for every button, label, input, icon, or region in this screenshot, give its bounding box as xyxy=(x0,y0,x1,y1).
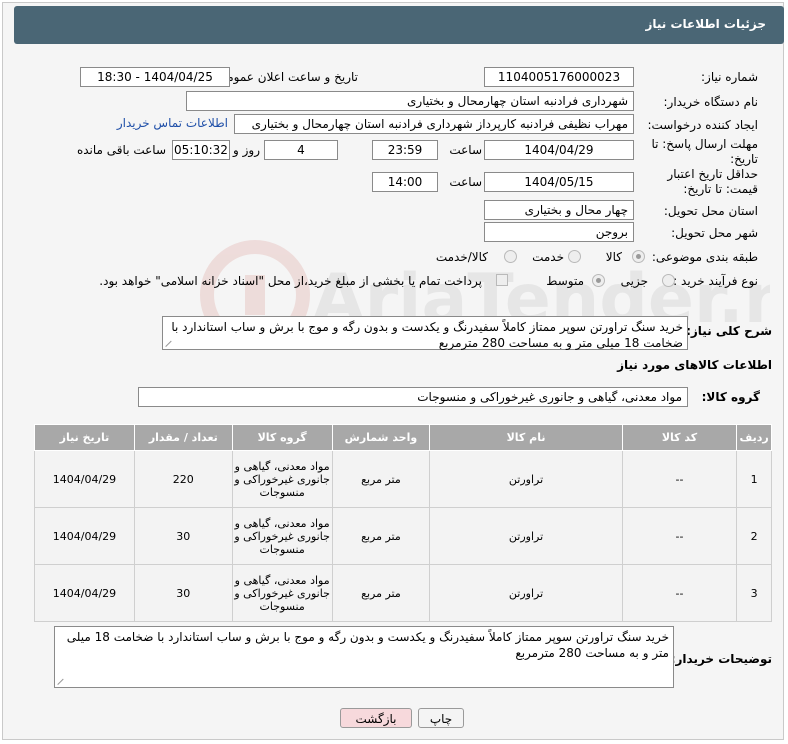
cell-row: 1 xyxy=(736,450,772,508)
remaining-time-field: 05:10:32 xyxy=(172,140,230,160)
description-text: خرید سنگ تراورتن سوپر ممتاز کاملاً سفیدر… xyxy=(171,320,683,350)
process-radio-medium[interactable] xyxy=(592,274,605,287)
cell-unit: متر مربع xyxy=(331,450,431,508)
goods-section-title: اطلاعات کالاهای مورد نیاز xyxy=(617,358,772,372)
back-button[interactable]: بازگشت xyxy=(340,708,412,728)
cell-qty: 220 xyxy=(133,450,233,508)
buyer-org-field: شهرداری فرادنبه استان چهارمحال و بختیاری xyxy=(186,91,634,111)
col-name: نام کالا xyxy=(429,424,623,451)
table-header-row: ردیف کد کالا نام کالا واحد شمارش گروه کا… xyxy=(34,424,772,451)
payment-note: پرداخت تمام یا بخشی از مبلغ خرید،از محل … xyxy=(99,274,482,288)
process-label: نوع فرآیند خرید : xyxy=(673,274,758,288)
city-label: شهر محل تحویل: xyxy=(671,226,758,240)
creator-field: مهراب نظیفی فرادنبه کارپرداز شهرداری فرا… xyxy=(234,114,634,134)
price-time-label: ساعت xyxy=(449,175,482,189)
cell-row: 3 xyxy=(736,564,772,622)
cell-date: 1404/04/29 xyxy=(34,564,135,622)
goods-group-label: گروه کالا: xyxy=(701,390,760,404)
price-time-field: 14:00 xyxy=(372,172,438,192)
cell-code: -- xyxy=(621,450,738,508)
category-option-goods-service: کالا/خدمت xyxy=(435,250,488,264)
category-option-goods: کالا xyxy=(605,250,622,264)
cell-code: -- xyxy=(621,507,738,565)
need-number-label: شماره نیاز: xyxy=(701,70,758,84)
announce-field: 1404/04/25 - 18:30 xyxy=(80,67,230,87)
price-deadline-label: حداقل تاریخ اعتبار قیمت: تا تاریخ: xyxy=(667,167,758,196)
table-row: 3 -- تراورتن متر مربع مواد معدنی، گیاهی … xyxy=(34,564,772,622)
cell-date: 1404/04/29 xyxy=(34,507,135,565)
resize-grip-icon[interactable] xyxy=(166,339,174,347)
days-label: روز و xyxy=(233,143,260,157)
cell-unit: متر مربع xyxy=(331,507,431,565)
cell-row: 2 xyxy=(736,507,772,565)
category-label: طبقه بندی موضوعی: xyxy=(651,250,758,264)
reply-time-label: ساعت xyxy=(449,143,482,157)
city-field: بروجن xyxy=(484,222,634,242)
goods-table: ردیف کد کالا نام کالا واحد شمارش گروه کا… xyxy=(34,424,772,622)
description-label: شرح کلی نیاز: xyxy=(686,324,772,338)
col-row: ردیف xyxy=(736,424,772,451)
description-textarea: خرید سنگ تراورتن سوپر ممتاز کاملاً سفیدر… xyxy=(162,316,688,350)
cell-group: مواد معدنی، گیاهی و جانوری غیرخوراکی و م… xyxy=(231,564,333,622)
treasury-checkbox[interactable] xyxy=(496,274,508,286)
buyer-notes-text: خرید سنگ تراورتن سوپر ممتاز کاملاً سفیدر… xyxy=(66,630,669,660)
remaining-label: ساعت باقی مانده xyxy=(76,143,166,157)
buyer-contact-link[interactable]: اطلاعات تماس خریدار xyxy=(117,116,228,130)
reply-date-field: 1404/04/29 xyxy=(484,140,634,160)
need-number-field: 1104005176000023 xyxy=(484,67,634,87)
cell-group: مواد معدنی، گیاهی و جانوری غیرخوراکی و م… xyxy=(231,450,333,508)
print-button[interactable]: چاپ xyxy=(418,708,464,728)
cell-code: -- xyxy=(621,564,738,622)
announce-label: تاریخ و ساعت اعلان عمومی: xyxy=(213,70,358,84)
price-date-field: 1404/05/15 xyxy=(484,172,634,192)
days-field: 4 xyxy=(264,140,338,160)
category-option-service: خدمت xyxy=(532,250,564,264)
category-radio-service[interactable] xyxy=(568,250,581,263)
cell-name: تراورتن xyxy=(429,450,623,508)
process-radio-minor[interactable] xyxy=(662,274,675,287)
buyer-notes-label: توضیحات خریدار: xyxy=(670,652,772,666)
cell-qty: 30 xyxy=(133,507,233,565)
cell-unit: متر مربع xyxy=(331,564,431,622)
goods-group-field: مواد معدنی، گیاهی و جانوری غیرخوراکی و م… xyxy=(138,387,688,407)
buyer-notes-textarea: خرید سنگ تراورتن سوپر ممتاز کاملاً سفیدر… xyxy=(54,626,674,688)
table-row: 1 -- تراورتن متر مربع مواد معدنی، گیاهی … xyxy=(34,450,772,508)
buyer-org-label: نام دستگاه خریدار: xyxy=(663,95,759,109)
cell-qty: 30 xyxy=(133,564,233,622)
cell-group: مواد معدنی، گیاهی و جانوری غیرخوراکی و م… xyxy=(231,507,333,565)
cell-name: تراورتن xyxy=(429,564,623,622)
province-label: استان محل تحویل: xyxy=(663,204,758,218)
reply-time-field: 23:59 xyxy=(372,140,438,160)
header-bar: جزئیات اطلاعات نیاز xyxy=(14,6,784,44)
creator-label: ایجاد کننده درخواست: xyxy=(647,118,758,132)
table-row: 2 -- تراورتن متر مربع مواد معدنی، گیاهی … xyxy=(34,507,772,565)
col-qty: تعداد / مقدار xyxy=(133,424,233,451)
process-option-minor: جزیی xyxy=(620,274,648,288)
category-radio-goods[interactable] xyxy=(632,250,645,263)
col-date: تاریخ نیاز xyxy=(34,424,135,451)
category-radio-goods-service[interactable] xyxy=(504,250,517,263)
cell-date: 1404/04/29 xyxy=(34,450,135,508)
page-title: جزئیات اطلاعات نیاز xyxy=(645,17,766,31)
resize-grip-icon[interactable] xyxy=(58,677,66,685)
province-field: چهار محال و بختیاری xyxy=(484,200,634,220)
process-option-medium: متوسط xyxy=(546,274,584,288)
col-unit: واحد شمارش xyxy=(331,424,431,451)
col-group: گروه کالا xyxy=(231,424,333,451)
cell-name: تراورتن xyxy=(429,507,623,565)
reply-deadline-label: مهلت ارسال پاسخ: تا تاریخ: xyxy=(651,137,758,166)
col-code: کد کالا xyxy=(621,424,738,451)
